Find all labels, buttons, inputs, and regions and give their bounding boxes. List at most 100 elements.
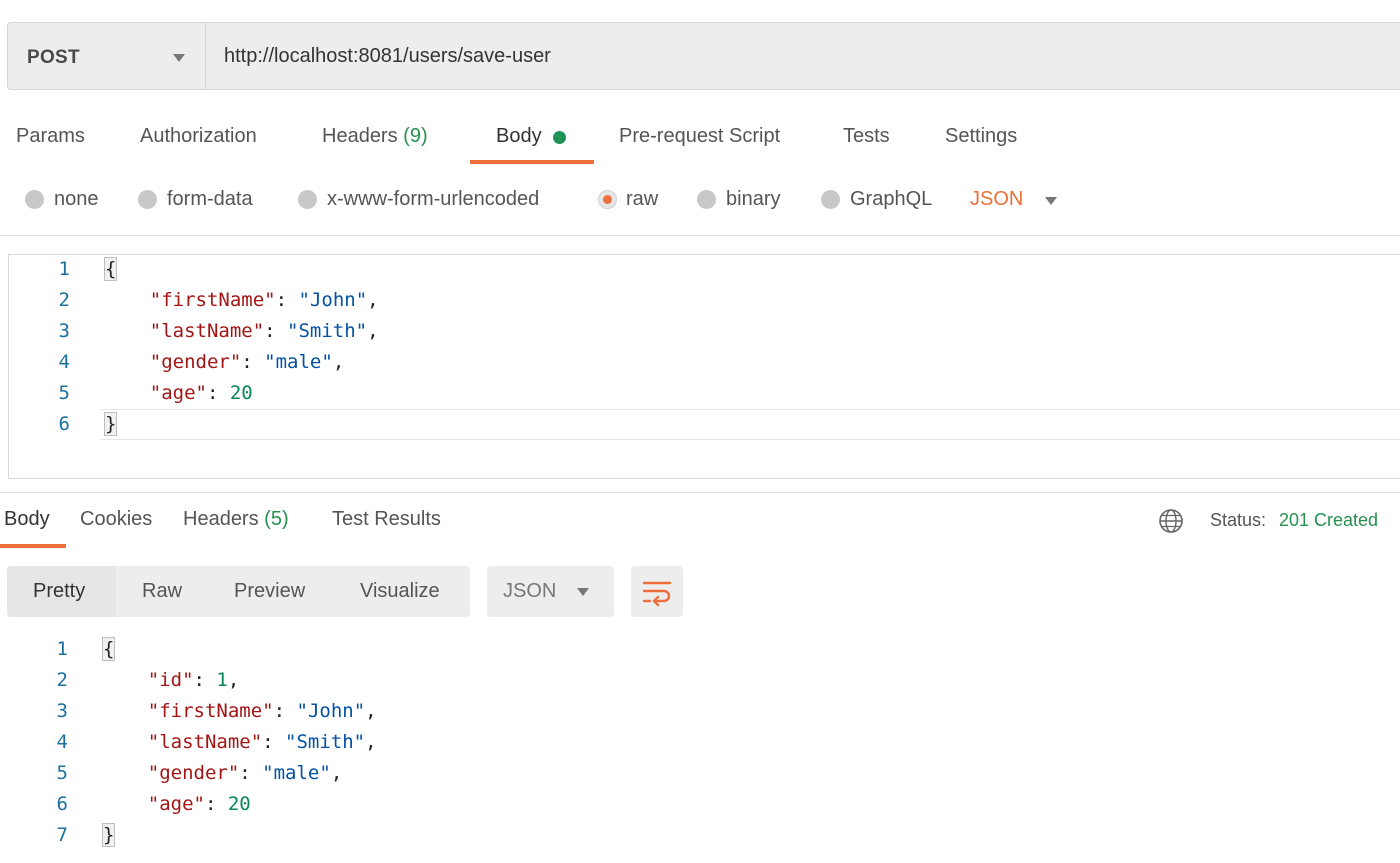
request-line-numbers: 1 2 3 4 5 6 <box>30 254 70 440</box>
view-pretty-button[interactable]: Pretty <box>7 566 116 617</box>
line-number: 6 <box>58 413 70 435</box>
radio-label-raw: raw <box>626 188 659 210</box>
radio-label-none: none <box>54 188 99 210</box>
json-key: "firstName" <box>147 700 274 722</box>
json-key: "age" <box>149 382 207 404</box>
line-number: 6 <box>56 793 68 815</box>
json-key: "id" <box>147 669 194 691</box>
code-line: } <box>104 409 379 440</box>
url-bar: POST http://localhost:8081/users/save-us… <box>7 22 1400 90</box>
tab-label: Headers <box>183 508 259 530</box>
tab-pre-request-script[interactable]: Pre-request Script <box>619 125 780 148</box>
response-tab-test-results[interactable]: Test Results <box>332 508 441 531</box>
active-tab-underline <box>0 544 66 548</box>
tab-body[interactable]: Body <box>496 125 542 148</box>
radio-form-data[interactable] <box>138 190 157 209</box>
json-key: "age" <box>147 793 205 815</box>
json-string: "male" <box>262 762 331 784</box>
globe-icon[interactable] <box>1158 508 1184 534</box>
line-number: 1 <box>58 258 70 280</box>
radio-label-graphql: GraphQL <box>850 188 933 210</box>
tab-settings[interactable]: Settings <box>945 125 1017 148</box>
body-indicator-dot <box>553 131 566 144</box>
chevron-down-icon <box>1045 197 1057 205</box>
divider <box>0 235 1400 236</box>
code-line: } <box>102 820 377 851</box>
tab-headers[interactable]: Headers (9) <box>322 125 428 148</box>
radio-label-form-data: form-data <box>167 188 253 210</box>
tab-label: Test Results <box>332 508 441 530</box>
json-string: "Smith" <box>285 731 366 753</box>
radio-none[interactable] <box>25 190 44 209</box>
view-label: Preview <box>234 580 306 602</box>
view-raw-button[interactable]: Raw <box>120 566 205 617</box>
response-format-label: JSON <box>503 580 557 602</box>
tab-authorization[interactable]: Authorization <box>140 125 257 148</box>
divider <box>0 492 1400 493</box>
view-label: Raw <box>142 580 183 602</box>
radio-label-binary: binary <box>726 188 781 210</box>
json-string: "John" <box>296 700 366 722</box>
radio-graphql[interactable] <box>821 190 840 209</box>
code-line: { <box>104 254 379 285</box>
code-line: "firstName": "John", <box>149 289 379 311</box>
code-line: "age": 20 <box>149 382 253 404</box>
view-label: Pretty <box>33 580 86 602</box>
status-label: Status: <box>1210 510 1267 530</box>
tab-label: Pre-request Script <box>619 125 781 147</box>
code-line: "gender": "male", <box>147 762 343 784</box>
line-number: 7 <box>56 824 68 846</box>
code-line: { <box>102 634 377 665</box>
wrap-lines-button[interactable] <box>631 566 683 617</box>
radio-x-www-form-urlencoded[interactable] <box>298 190 317 209</box>
chevron-down-icon <box>577 588 589 596</box>
headers-count: (9) <box>403 125 428 147</box>
tab-label: Params <box>16 125 85 147</box>
open-brace: { <box>102 637 116 661</box>
line-number: 2 <box>56 669 68 691</box>
radio-binary[interactable] <box>697 190 716 209</box>
line-number: 5 <box>58 382 70 404</box>
code-line: "age": 20 <box>147 793 251 815</box>
active-tab-underline <box>470 160 594 164</box>
radio-raw[interactable] <box>598 190 617 209</box>
tab-label: Headers <box>322 125 398 147</box>
method-select[interactable]: POST <box>8 23 206 89</box>
headers-count: (5) <box>264 508 289 530</box>
view-visualize-button[interactable]: Visualize <box>340 566 468 617</box>
body-format-label: JSON <box>970 188 1024 210</box>
body-format-select[interactable]: JSON <box>970 186 1070 216</box>
close-brace: } <box>104 412 118 436</box>
code-line: "id": 1, <box>147 669 240 691</box>
tab-label: Settings <box>945 125 1018 147</box>
tab-label: Body <box>4 508 50 530</box>
tab-label: Authorization <box>140 125 257 147</box>
response-format-select[interactable]: JSON <box>487 566 614 617</box>
radio-label-x-www-form-urlencoded: x-www-form-urlencoded <box>327 188 540 210</box>
response-tab-headers[interactable]: Headers (5) <box>183 508 289 531</box>
json-string: "male" <box>264 351 333 373</box>
json-key: "lastName" <box>149 320 265 342</box>
close-brace: } <box>102 823 116 847</box>
line-number: 4 <box>56 731 68 753</box>
line-number: 1 <box>56 638 68 660</box>
method-label: POST <box>27 47 80 68</box>
response-tab-cookies[interactable]: Cookies <box>80 508 152 531</box>
code-line: "lastName": "Smith", <box>147 731 377 753</box>
code-line: "firstName": "John", <box>147 700 377 722</box>
response-line-numbers: 1 2 3 4 5 6 7 <box>28 634 68 851</box>
url-input[interactable]: http://localhost:8081/users/save-user <box>224 45 551 68</box>
line-number: 5 <box>56 762 68 784</box>
code-line: "gender": "male", <box>149 351 345 373</box>
tab-params[interactable]: Params <box>16 125 85 148</box>
line-number: 3 <box>56 700 68 722</box>
code-line: "lastName": "Smith", <box>149 320 379 342</box>
view-preview-button[interactable]: Preview <box>212 566 330 617</box>
response-tab-body[interactable]: Body <box>4 508 50 531</box>
tab-tests[interactable]: Tests <box>843 125 890 148</box>
chevron-down-icon <box>173 54 185 62</box>
json-key: "lastName" <box>147 731 263 753</box>
json-key: "gender" <box>149 351 242 373</box>
response-code: { "id": 1, "firstName": "John", "lastNam… <box>102 634 377 851</box>
json-key: "firstName" <box>149 289 276 311</box>
